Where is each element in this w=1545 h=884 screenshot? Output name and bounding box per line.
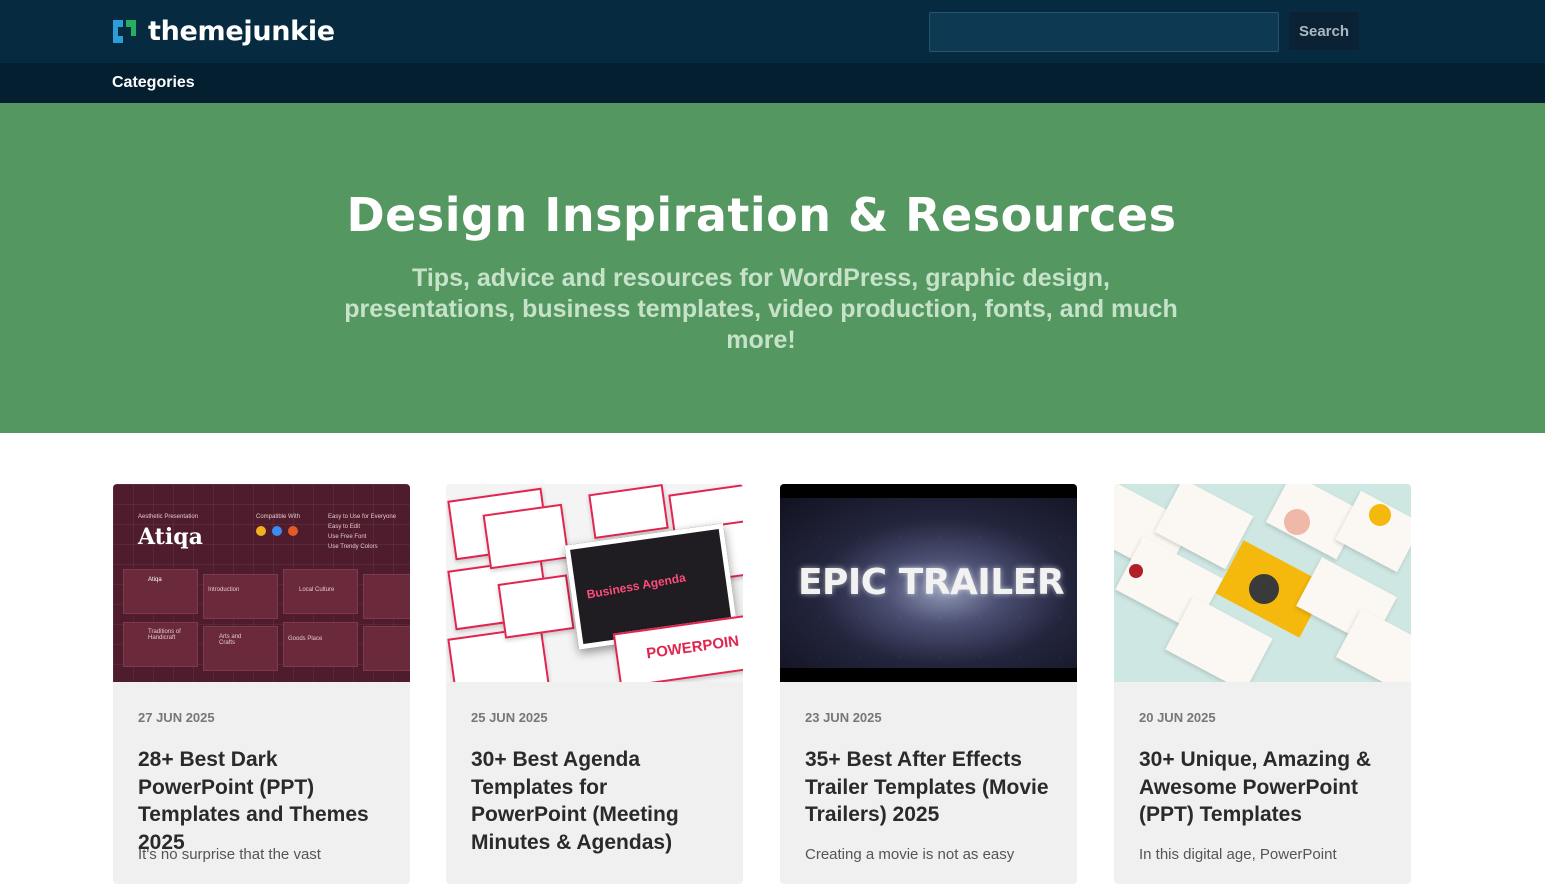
article-date: 20 JUN 2025 (1139, 710, 1216, 725)
thumb-slide-label: Arts and Crafts (219, 634, 242, 646)
thumb-slide-label: Introduction (208, 587, 240, 593)
article-date: 25 JUN 2025 (471, 710, 548, 725)
article-card[interactable]: 20 JUN 2025 30+ Unique, Amazing & Awesom… (1114, 484, 1411, 884)
top-header: themejunkie Search (0, 0, 1545, 63)
thumb-feature: Use Free Font (328, 534, 367, 540)
hero-title: Design Inspiration & Resources (346, 188, 1177, 242)
article-thumbnail[interactable] (1114, 484, 1411, 682)
nav-item-categories[interactable]: Categories (112, 74, 195, 92)
article-date: 27 JUN 2025 (138, 710, 215, 725)
thumb-slide-label: Atiqa (148, 577, 162, 583)
article-card[interactable]: EPIC TRAILER 23 JUN 2025 35+ Best After … (780, 484, 1077, 884)
hero-subtitle: Tips, advice and resources for WordPress… (344, 264, 1178, 354)
article-thumbnail[interactable]: Aesthetic Presentation Atiqa Compatible … (113, 484, 410, 682)
thumb-slide-label: Local Culture (299, 587, 335, 593)
thumb-title: Atiqa (138, 524, 203, 550)
hero-banner: Design Inspiration & Resources Tips, adv… (0, 103, 1545, 433)
thumb-compatible: Compatible With (256, 514, 301, 520)
thumb-headline: EPIC TRAILER (797, 562, 1065, 603)
article-date: 23 JUN 2025 (805, 710, 882, 725)
thumb-feature: Easy to Use for Everyone (328, 514, 397, 520)
article-title[interactable]: 35+ Best After Effects Trailer Templates… (805, 746, 1060, 829)
article-thumbnail[interactable]: Business Agenda POWERPOIN (446, 484, 743, 682)
thumb-feature: Easy to Edit (328, 524, 361, 530)
article-card[interactable]: Business Agenda POWERPOIN 25 JUN 2025 30… (446, 484, 743, 884)
site-brand-name: themejunkie (148, 16, 335, 47)
article-excerpt: In this digital age, PowerPoint (1139, 846, 1337, 863)
article-excerpt: It's no surprise that the vast (138, 846, 321, 863)
article-thumbnail[interactable]: EPIC TRAILER (780, 484, 1077, 682)
category-nav: Categories (0, 63, 1545, 103)
thumb-slide-label: Goods Place (288, 636, 323, 642)
thumb-slide-label: Traditions of Handicraft (148, 629, 181, 641)
article-excerpt: Creating a movie is not as easy (805, 846, 1015, 863)
google-slides-icon (256, 526, 266, 536)
search-input[interactable] (929, 12, 1279, 52)
powerpoint-icon (288, 526, 298, 536)
logo-icon (113, 20, 136, 43)
thumb-feature: Use Trendy Colors (328, 544, 378, 550)
article-title[interactable]: 28+ Best Dark PowerPoint (PPT) Templates… (138, 746, 393, 856)
thumb-kicker: Aesthetic Presentation (138, 514, 199, 520)
keynote-icon (272, 526, 282, 536)
article-card[interactable]: Aesthetic Presentation Atiqa Compatible … (113, 484, 410, 884)
search-button[interactable]: Search (1289, 12, 1359, 50)
article-title[interactable]: 30+ Unique, Amazing & Awesome PowerPoint… (1139, 746, 1394, 829)
article-title[interactable]: 30+ Best Agenda Templates for PowerPoint… (471, 746, 726, 856)
site-logo[interactable]: themejunkie (113, 18, 335, 45)
